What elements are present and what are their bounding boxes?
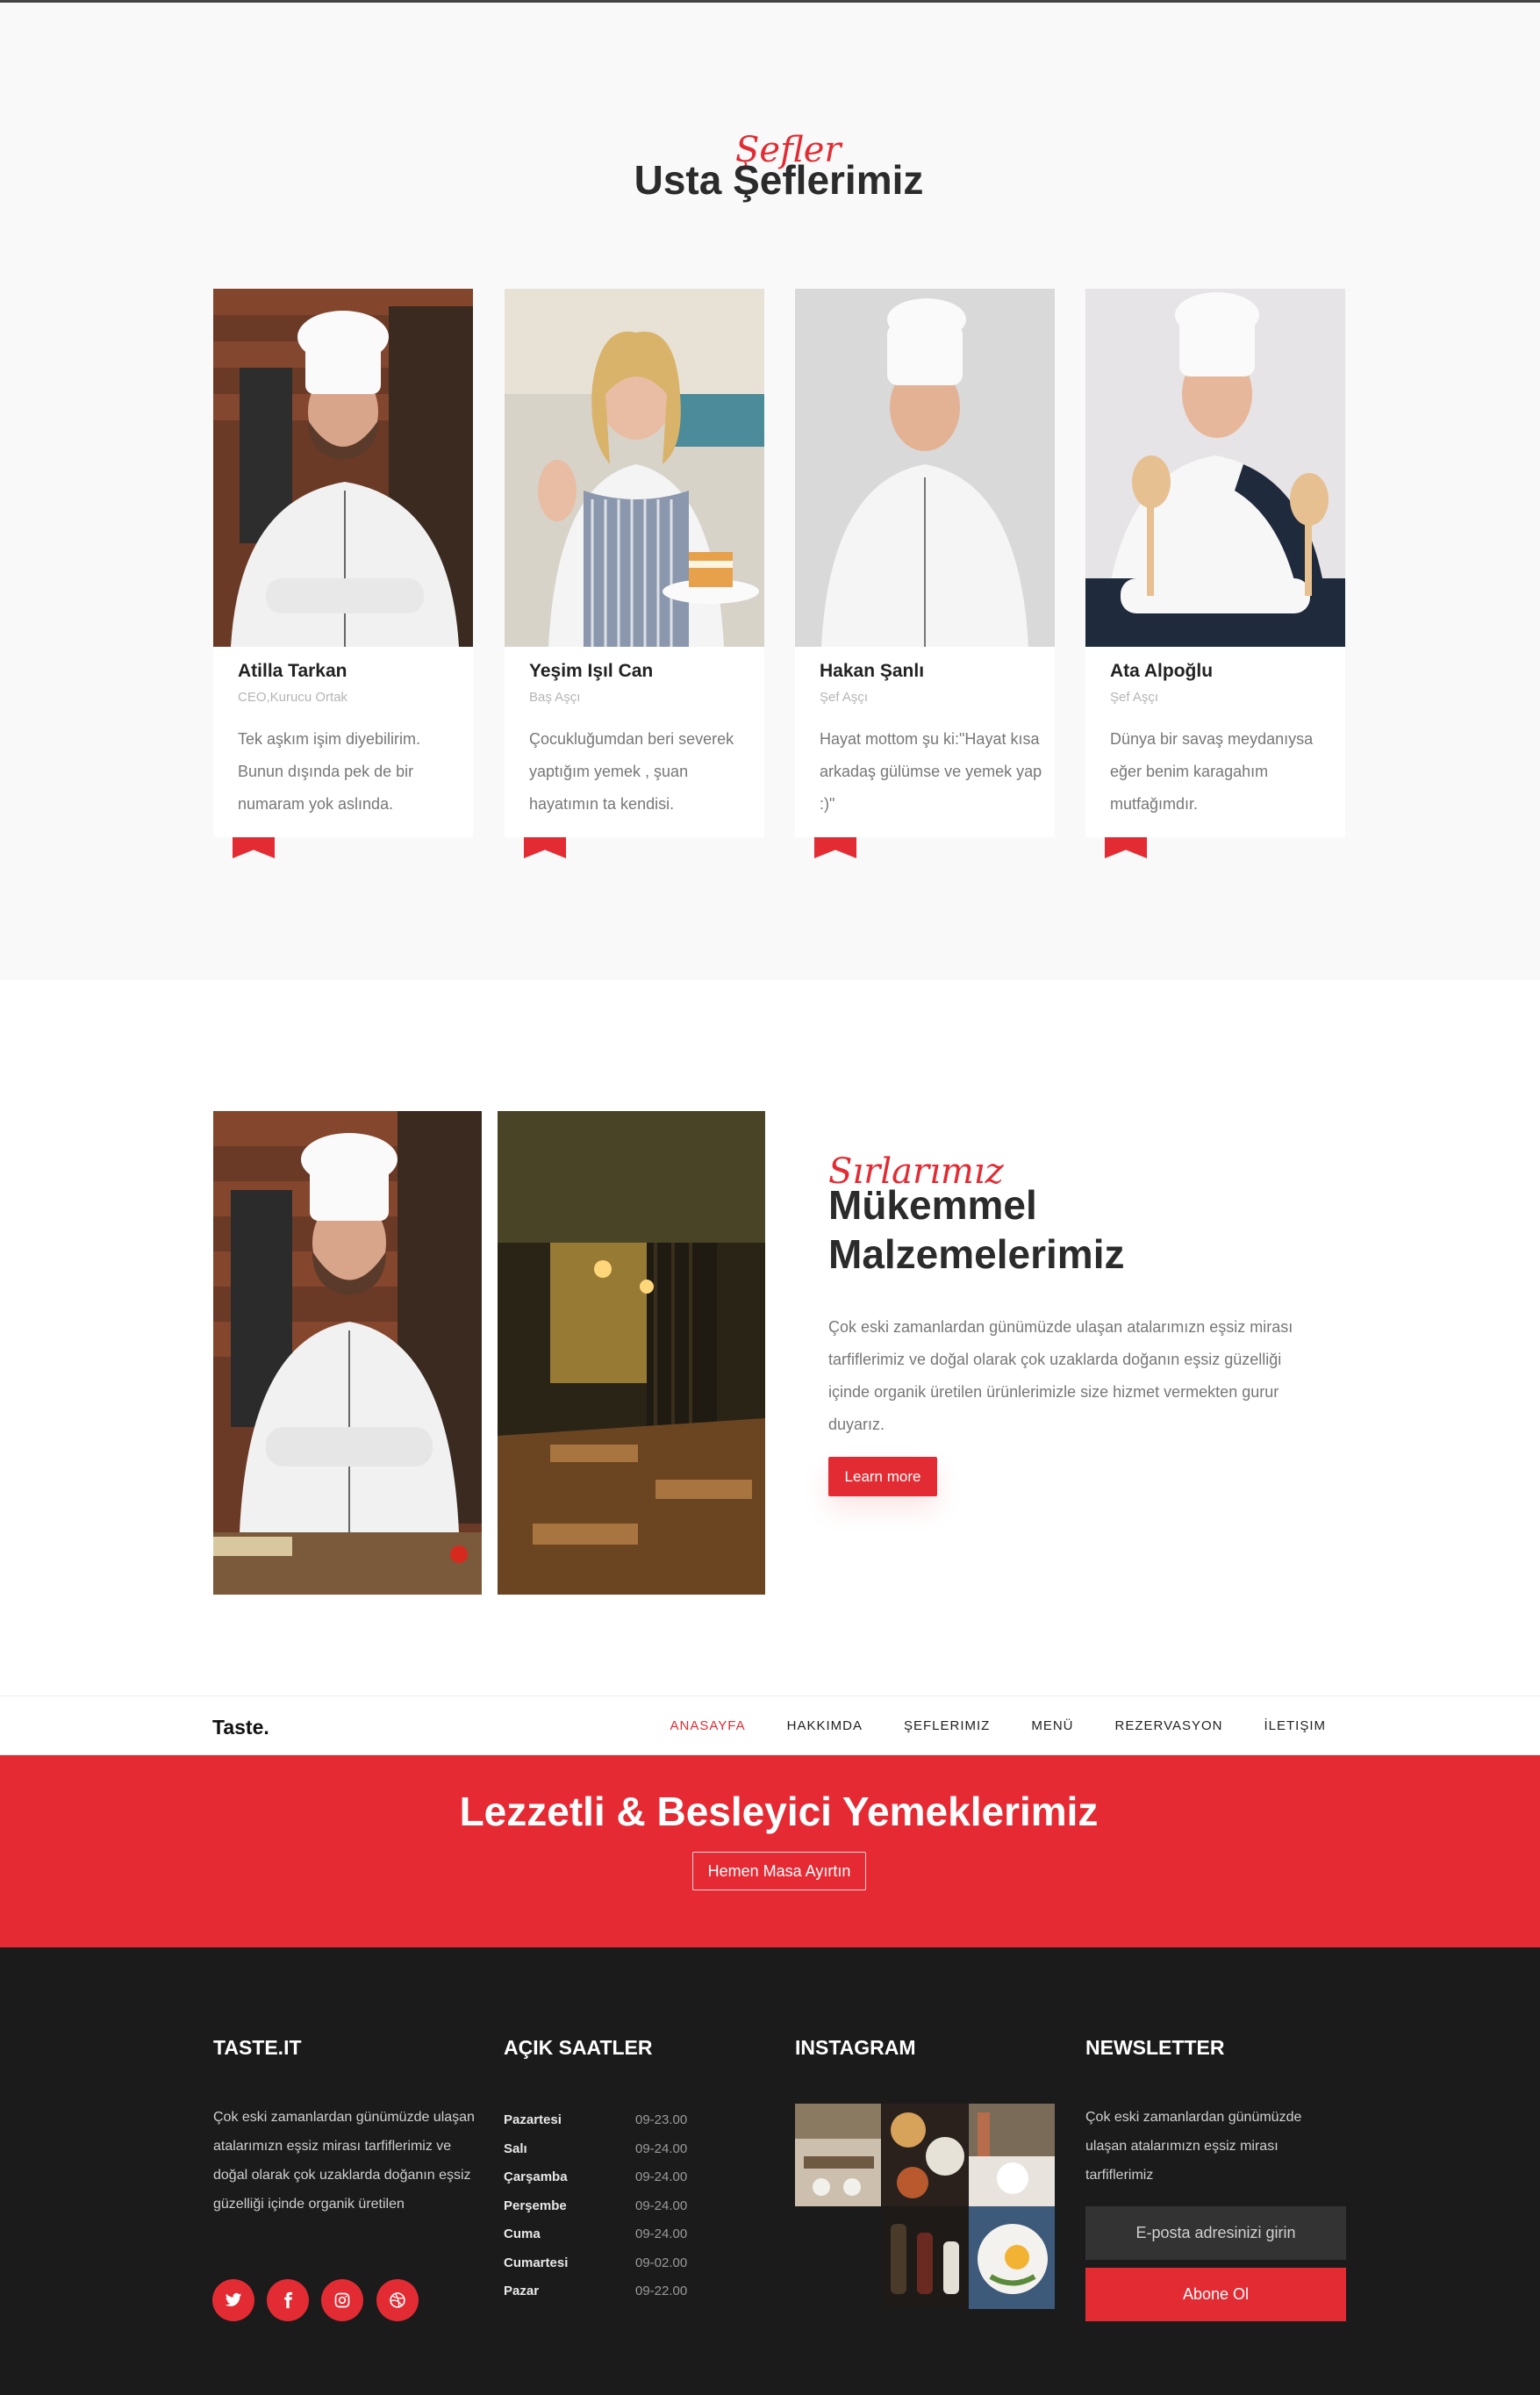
bookmark-icon bbox=[524, 837, 566, 858]
nav-menu: ANASAYFA HAKKIMDA ŞEFLERIMIZ MENÜ REZERV… bbox=[670, 1718, 1326, 1733]
hours-time: 09-22.00 bbox=[635, 2284, 688, 2298]
hours-time: 09-23.00 bbox=[635, 2112, 688, 2127]
footer-hours-title: AÇIK SAATLER bbox=[504, 2036, 653, 2059]
chef-description: Çocukluğumdan beri severek yaptığım yeme… bbox=[529, 730, 734, 813]
hours-day: Pazar bbox=[504, 2284, 540, 2298]
nav-item-anasayfa[interactable]: ANASAYFA bbox=[670, 1718, 746, 1733]
hours-row: Pazartesi 09-23.00 bbox=[504, 2106, 723, 2135]
chef-kitchen-photo bbox=[213, 1111, 482, 1595]
instagram-icon bbox=[334, 2292, 350, 2308]
footer-about-text: Çok eski zamanlardan günümüzde ulaşan at… bbox=[213, 2110, 475, 2212]
chef-role: Şef Aşçı bbox=[1110, 690, 1159, 705]
hours-day: Cuma bbox=[504, 2226, 541, 2241]
restaurant-interior-photo bbox=[498, 1111, 765, 1595]
chef-name: Hakan Şanlı bbox=[820, 661, 925, 681]
nav-item-hakkimda[interactable]: HAKKIMDA bbox=[787, 1718, 863, 1733]
footer-instagram-title: INSTAGRAM bbox=[795, 2036, 916, 2059]
subscribe-button[interactable]: Abone Ol bbox=[1085, 2268, 1346, 2321]
instagram-photo[interactable] bbox=[882, 2206, 968, 2309]
nav-item-iletisim[interactable]: İLETIŞIM bbox=[1264, 1718, 1326, 1733]
chef-card[interactable]: Hakan Şanlı Şef Aşçı Hayat mottom şu ki:… bbox=[795, 289, 1055, 858]
instagram-photo[interactable] bbox=[795, 2104, 881, 2206]
instagram-photo[interactable] bbox=[882, 2104, 968, 2206]
chef-card[interactable]: Yeşim Işıl Can Baş Aşçı Çocukluğumdan be… bbox=[505, 289, 764, 858]
dribbble-icon bbox=[390, 2292, 405, 2308]
chef-name: Atilla Tarkan bbox=[238, 661, 347, 681]
title-line-1: Mükemmel bbox=[828, 1182, 1037, 1228]
hours-row: Cuma 09-24.00 bbox=[504, 2220, 723, 2249]
navbar: Taste. ANASAYFA HAKKIMDA ŞEFLERIMIZ MENÜ… bbox=[0, 1696, 1540, 1755]
twitter-button[interactable] bbox=[212, 2279, 254, 2321]
brand-logo[interactable]: Taste. bbox=[212, 1716, 269, 1739]
chef-role: Şef Aşçı bbox=[820, 690, 869, 705]
opening-hours-list: Pazartesi 09-23.00 Salı 09-24.00 Çarşamba 0… bbox=[504, 2106, 723, 2306]
reserve-table-button[interactable]: Hemen Masa Ayırtın bbox=[692, 1852, 866, 1890]
chef-description: Hayat mottom şu ki:"Hayat kısa arkadaş g… bbox=[820, 730, 1042, 813]
hours-time: 09-24.00 bbox=[635, 2169, 688, 2184]
chef-name: Yeşim Işıl Can bbox=[529, 661, 654, 681]
chef-role: Baş Aşçı bbox=[529, 690, 581, 705]
hours-row: Perşembe 09-24.00 bbox=[504, 2192, 723, 2221]
learn-more-button[interactable]: Learn more bbox=[828, 1457, 937, 1496]
nav-item-rezervasyon[interactable]: REZERVASYON bbox=[1115, 1718, 1223, 1733]
hours-time: 09-02.00 bbox=[635, 2255, 688, 2270]
hours-row: Çarşamba 09-24.00 bbox=[504, 2163, 723, 2192]
footer: TASTE.IT Çok eski zamanlardan günümüzde … bbox=[0, 1947, 1540, 2395]
chef-photo bbox=[213, 289, 473, 647]
hours-day: Cumartesi bbox=[504, 2255, 569, 2270]
nav-item-seflerimiz[interactable]: ŞEFLERIMIZ bbox=[904, 1718, 990, 1733]
chef-photo bbox=[795, 289, 1055, 647]
cta-banner: Lezzetli & Besleyici Yemeklerimiz Hemen … bbox=[0, 1755, 1540, 1947]
instagram-gallery bbox=[795, 2104, 1055, 2309]
hours-day: Perşembe bbox=[504, 2198, 567, 2213]
section-title: Usta Şeflerimiz bbox=[634, 157, 924, 203]
section-title: Mükemmel Malzemelerimiz bbox=[828, 1180, 1355, 1279]
facebook-icon bbox=[284, 2291, 292, 2309]
instagram-button[interactable] bbox=[321, 2279, 363, 2321]
hours-day: Pazartesi bbox=[504, 2112, 562, 2127]
dribbble-button[interactable] bbox=[376, 2279, 419, 2321]
chef-name: Ata Alpoğlu bbox=[1110, 661, 1214, 681]
hours-row: Cumartesi 09-02.00 bbox=[504, 2249, 723, 2278]
instagram-photo[interactable] bbox=[969, 2206, 1055, 2309]
footer-about-title: TASTE.IT bbox=[213, 2036, 302, 2059]
facebook-button[interactable] bbox=[267, 2279, 309, 2321]
instagram-photo[interactable] bbox=[969, 2104, 1055, 2206]
chef-description: Tek aşkım işim diyebilirim. Bunun dışınd… bbox=[238, 730, 421, 813]
nav-item-menu[interactable]: MENÜ bbox=[1031, 1718, 1073, 1733]
hours-day: Çarşamba bbox=[504, 2169, 568, 2184]
chef-card[interactable]: Atilla Tarkan CEO,Kurucu Ortak Tek aşkım… bbox=[213, 289, 473, 858]
footer-newsletter-title: NEWSLETTER bbox=[1085, 2036, 1225, 2059]
bookmark-icon bbox=[1105, 837, 1147, 858]
newsletter-text: Çok eski zamanlardan günümüzde ulaşan at… bbox=[1085, 2110, 1302, 2183]
hours-time: 09-24.00 bbox=[635, 2226, 688, 2241]
chef-role: CEO,Kurucu Ortak bbox=[238, 690, 348, 705]
chef-description: Dünya bir savaş meydanıysa eğer benim ka… bbox=[1110, 730, 1314, 813]
title-line-2: Malzemelerimiz bbox=[828, 1231, 1125, 1277]
banner-title: Lezzetli & Besleyici Yemeklerimiz bbox=[459, 1789, 1099, 1834]
chefs-section: Şefler Usta Şeflerimiz Atilla Tarkan CEO… bbox=[0, 3, 1540, 980]
bookmark-icon bbox=[814, 837, 856, 858]
section-paragraph: Çok eski zamanlardan günümüzde ulaşan at… bbox=[828, 1318, 1293, 1433]
chef-photo bbox=[1085, 289, 1345, 647]
chef-card[interactable]: Ata Alpoğlu Şef Aşçı Dünya bir savaş mey… bbox=[1085, 289, 1345, 858]
hours-time: 09-24.00 bbox=[635, 2140, 688, 2156]
hours-row: Salı 09-24.00 bbox=[504, 2135, 723, 2164]
hours-time: 09-24.00 bbox=[635, 2198, 688, 2213]
hours-day: Salı bbox=[504, 2140, 527, 2156]
hours-row: Pazar 09-22.00 bbox=[504, 2277, 723, 2306]
bookmark-icon bbox=[233, 837, 275, 858]
email-input[interactable] bbox=[1085, 2206, 1346, 2260]
chef-photo bbox=[505, 289, 764, 647]
twitter-icon bbox=[225, 2292, 242, 2306]
